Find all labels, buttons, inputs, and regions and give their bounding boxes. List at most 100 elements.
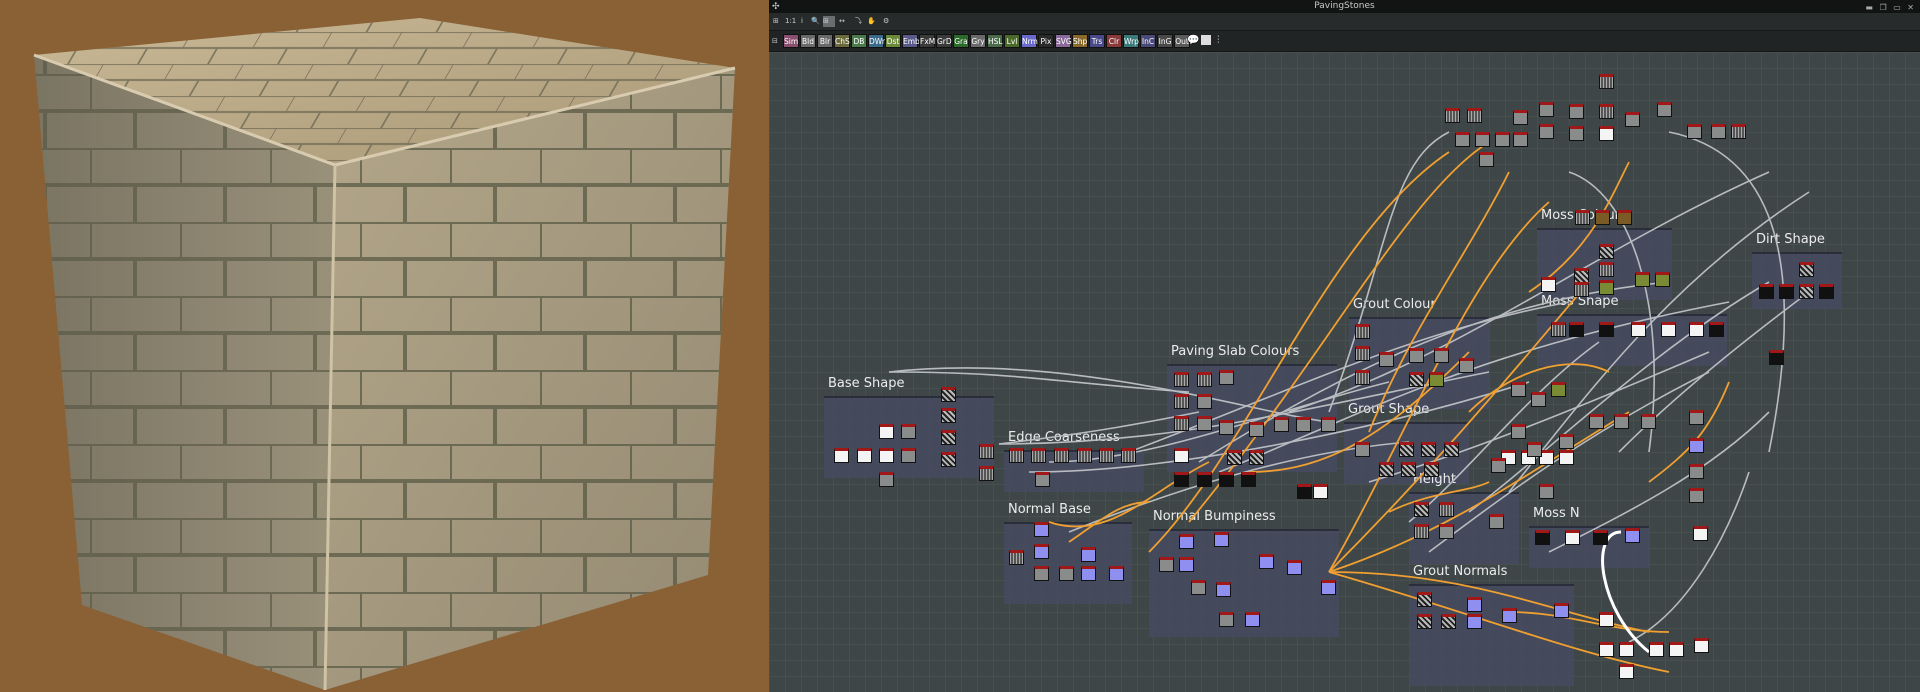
graph-node[interactable] [1619, 664, 1634, 679]
graph-node[interactable] [1297, 484, 1312, 499]
palette-node-hsl[interactable]: HSL [987, 34, 1003, 48]
graph-node[interactable] [1174, 448, 1189, 463]
palette-node-dst[interactable]: Dst [885, 34, 901, 48]
graph-node[interactable] [1551, 322, 1566, 337]
graph-node[interactable] [1219, 370, 1234, 385]
graph-node[interactable] [1081, 547, 1096, 562]
graph-node[interactable] [1467, 614, 1482, 629]
graph-node[interactable] [1355, 370, 1370, 385]
graph-node[interactable] [941, 452, 956, 467]
graph-node[interactable] [979, 444, 994, 459]
graph-node[interactable] [1081, 566, 1096, 581]
graph-node[interactable] [1649, 642, 1664, 657]
palette-node-svg[interactable]: SVG [1055, 34, 1072, 48]
graph-node[interactable] [1661, 322, 1676, 337]
palette-node-chs[interactable]: ChS [834, 34, 850, 48]
graph-node[interactable] [1569, 126, 1584, 141]
palette-node-wrp[interactable]: Wrp [1123, 34, 1139, 48]
graph-node[interactable] [1174, 472, 1189, 487]
graph-node[interactable] [1551, 382, 1566, 397]
graph-node[interactable] [1574, 282, 1589, 297]
graph-node[interactable] [1731, 124, 1746, 139]
palette-node-dwr[interactable]: DWr [868, 34, 885, 48]
graph-node[interactable] [1179, 557, 1194, 572]
graph-node[interactable] [1769, 350, 1784, 365]
comment-icon[interactable]: 💬 [1187, 35, 1199, 46]
graph-node[interactable] [1417, 614, 1432, 629]
palette-node-ing[interactable]: InG [1157, 34, 1173, 48]
align-icon[interactable]: ↔ [839, 16, 845, 27]
graph-node[interactable] [1434, 348, 1449, 363]
graph-node[interactable] [1197, 416, 1212, 431]
graph-node[interactable] [1599, 612, 1614, 627]
palette-node-gry[interactable]: Gry [970, 34, 986, 48]
palette-node-inc[interactable]: InC [1140, 34, 1156, 48]
graph-node[interactable] [1399, 442, 1414, 457]
graph-node[interactable] [1694, 638, 1709, 653]
graph-node[interactable] [834, 448, 849, 463]
zoom-1to1-button[interactable]: 1:1 [785, 16, 796, 27]
graph-node[interactable] [941, 387, 956, 402]
graph-node[interactable] [941, 430, 956, 445]
graph-node[interactable] [1625, 112, 1640, 127]
graph-node[interactable] [1689, 322, 1704, 337]
graph-node[interactable] [1575, 210, 1590, 225]
graph-node[interactable] [1641, 414, 1656, 429]
settings-icon[interactable]: ⚙ [883, 16, 889, 27]
graph-node[interactable] [1034, 566, 1049, 581]
graph-node[interactable] [1219, 472, 1234, 487]
graph-node[interactable] [1709, 322, 1724, 337]
graph-node[interactable] [1599, 104, 1614, 119]
graph-node[interactable] [1099, 448, 1114, 463]
graph-node[interactable] [1321, 580, 1336, 595]
graph-node[interactable] [1197, 472, 1212, 487]
graph-node[interactable] [1035, 472, 1050, 487]
graph-node[interactable] [1379, 352, 1394, 367]
graph-node[interactable] [1513, 132, 1528, 147]
graph-node[interactable] [1559, 450, 1574, 465]
pan-icon[interactable]: ✋ [867, 16, 876, 27]
pin-icon[interactable]: ⫶ [1217, 35, 1220, 46]
graph-node[interactable] [1077, 448, 1092, 463]
graph-node[interactable] [1241, 472, 1256, 487]
graph-node[interactable] [857, 448, 872, 463]
search-icon[interactable]: 🔍 [811, 16, 820, 27]
graph-node[interactable] [1409, 348, 1424, 363]
palette-node-db[interactable]: DB [851, 34, 867, 48]
graph-node[interactable] [1219, 612, 1234, 627]
graph-node[interactable] [1689, 438, 1704, 453]
graph-node[interactable] [1527, 442, 1542, 457]
palette-node-lvl[interactable]: Lvl [1004, 34, 1020, 48]
graph-node[interactable] [1799, 284, 1814, 299]
graph-node[interactable] [1799, 262, 1814, 277]
graph-node[interactable] [1059, 566, 1074, 581]
graph-node[interactable] [1355, 442, 1370, 457]
graph-node[interactable] [1614, 414, 1629, 429]
graph-node[interactable] [1779, 284, 1794, 299]
graph-node[interactable] [1216, 582, 1231, 597]
graph-node[interactable] [1424, 462, 1439, 477]
graph-node[interactable] [1635, 272, 1650, 287]
graph-node[interactable] [1409, 372, 1424, 387]
palette-node-sim[interactable]: Sim [783, 34, 799, 48]
graph-node[interactable] [1287, 560, 1302, 575]
graph-node[interactable] [1631, 322, 1646, 337]
graph-node[interactable] [1179, 534, 1194, 549]
node-graph-canvas[interactable]: Base Shape Edge Coarseness Normal Base P… [769, 52, 1920, 692]
graph-node[interactable] [1321, 417, 1336, 432]
graph-node[interactable] [941, 408, 956, 423]
graph-node[interactable] [1479, 152, 1494, 167]
graph-node[interactable] [1109, 566, 1124, 581]
palette-node-nrm[interactable]: Nrm [1021, 34, 1038, 48]
graph-node[interactable] [1539, 102, 1554, 117]
graph-node[interactable] [1313, 484, 1328, 499]
graph-node[interactable] [1511, 424, 1526, 439]
graph-node[interactable] [1539, 124, 1554, 139]
graph-node[interactable] [1429, 372, 1444, 387]
graph-node[interactable] [1657, 102, 1672, 117]
graph-node[interactable] [901, 424, 916, 439]
graph-node[interactable] [1475, 132, 1490, 147]
graph-node[interactable] [1711, 124, 1726, 139]
palette-node-trs[interactable]: Trs [1089, 34, 1105, 48]
graph-node[interactable] [1599, 280, 1614, 295]
